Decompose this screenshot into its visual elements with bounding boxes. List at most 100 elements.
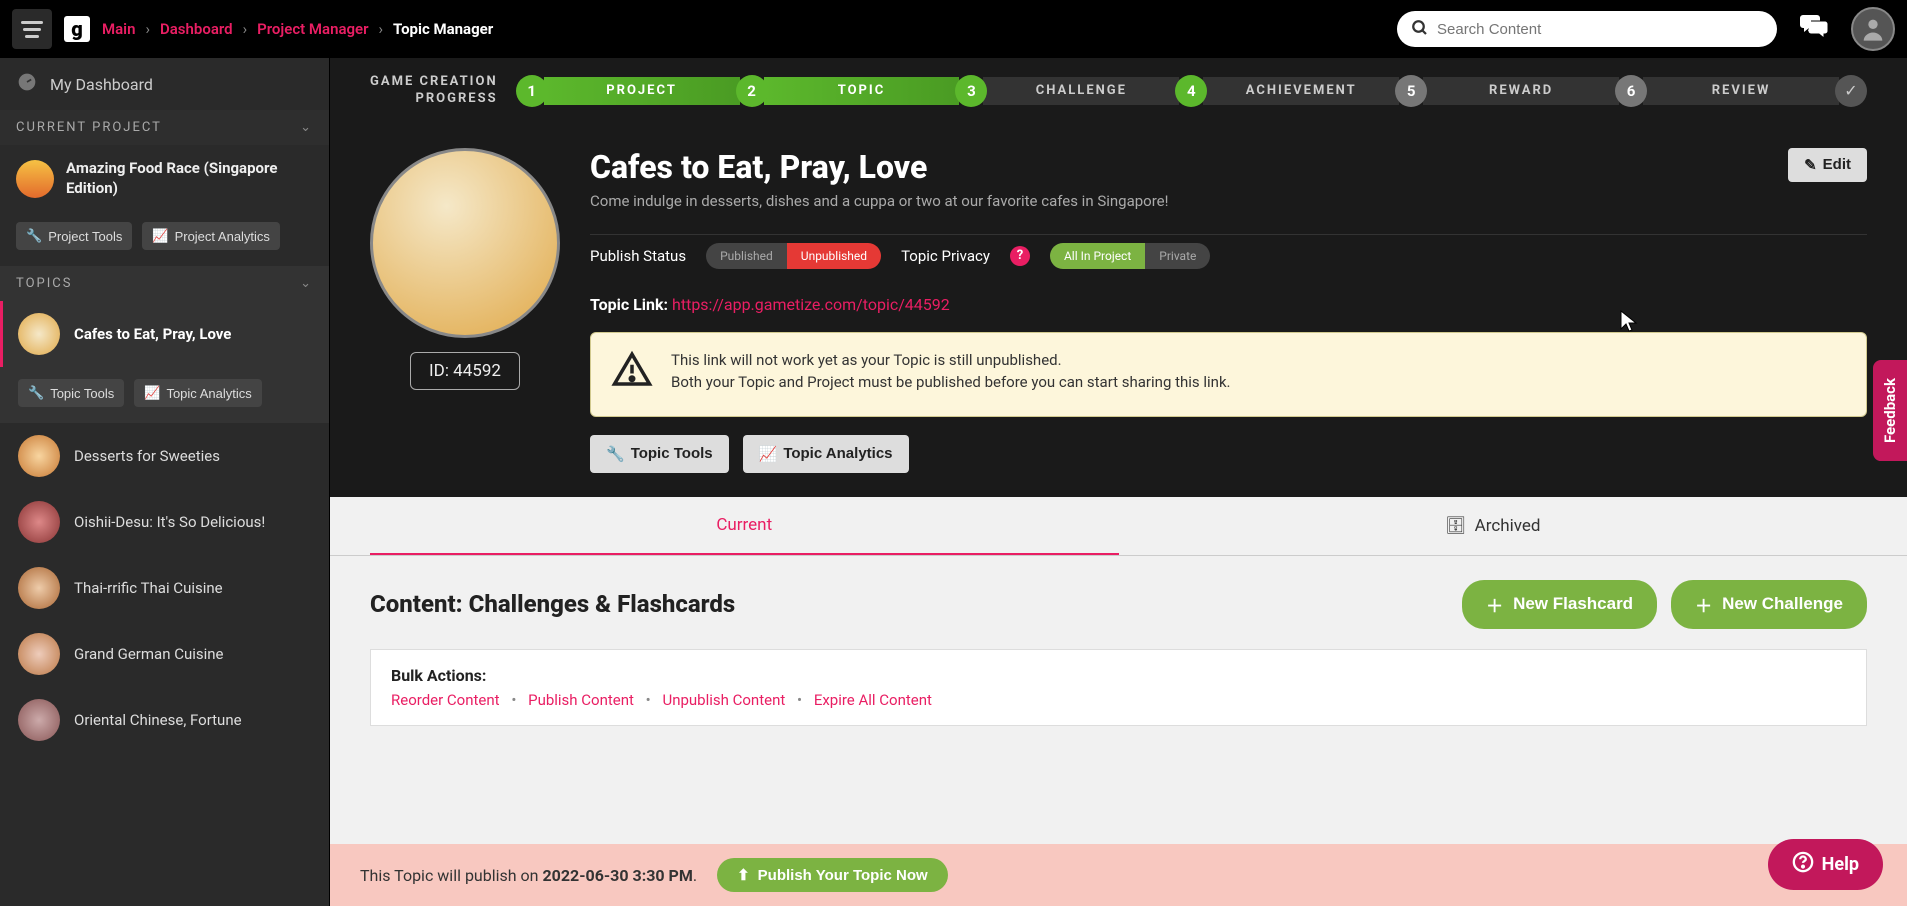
topic-link[interactable]: https://app.gametize.com/topic/44592 [672, 295, 950, 314]
project-name: Amazing Food Race (Singapore Edition) [66, 159, 313, 198]
sidebar-topic-item[interactable]: Cafes to Eat, Pray, Love [0, 301, 329, 367]
plus-icon: ＋ [1695, 592, 1712, 617]
topic-link-row: Topic Link: https://app.gametize.com/top… [590, 295, 1867, 314]
topic-analytics-button[interactable]: 📈 Topic Analytics [743, 435, 909, 473]
wrench-icon: 🔧 [28, 385, 44, 401]
bulk-title: Bulk Actions: [391, 666, 1846, 685]
help-icon[interactable]: ? [1010, 246, 1030, 266]
user-avatar[interactable] [1851, 7, 1895, 51]
topic-tools-button[interactable]: 🔧 Topic Tools [18, 379, 124, 407]
bulk-actions-box: Bulk Actions: Reorder Content • Publish … [370, 649, 1867, 726]
archive-icon: 🗄 [1445, 516, 1467, 536]
topic-tools-button[interactable]: 🔧 Topic Tools [590, 435, 729, 473]
sidebar-section-current-project[interactable]: CURRENT PROJECT ⌄ [0, 110, 329, 145]
edit-button[interactable]: ✎ Edit [1788, 148, 1867, 182]
bulk-links: Reorder Content • Publish Content • Unpu… [391, 691, 1846, 709]
tab-current[interactable]: Current [370, 497, 1119, 555]
topic-thumb [18, 567, 60, 609]
sidebar-project[interactable]: Amazing Food Race (Singapore Edition) [0, 145, 329, 212]
topic-label: Thai-rrific Thai Cuisine [74, 579, 223, 597]
privacy-all-option[interactable]: All In Project [1050, 243, 1145, 269]
topic-analytics-button[interactable]: 📈 Topic Analytics [134, 379, 261, 407]
topic-label: Desserts for Sweeties [74, 447, 220, 465]
breadcrumb: Main › Dashboard › Project Manager › Top… [102, 20, 493, 38]
sidebar: My Dashboard CURRENT PROJECT ⌄ Amazing F… [0, 58, 330, 906]
sidebar-topic-item[interactable]: Oishii-Desu: It's So Delicious! [0, 489, 329, 555]
step-2-label[interactable]: TOPIC [764, 77, 960, 105]
chart-icon: 📈 [144, 385, 160, 401]
warning-line2: Both your Topic and Project must be publ… [671, 371, 1231, 394]
publish-status-toggle[interactable]: Published Unpublished [706, 243, 881, 269]
breadcrumb-main[interactable]: Main [102, 20, 135, 38]
sidebar-topic-item[interactable]: Desserts for Sweeties [0, 423, 329, 489]
topic-title: Cafes to Eat, Pray, Love [590, 148, 1169, 186]
bulk-reorder-link[interactable]: Reorder Content [391, 691, 500, 709]
step-1-circle[interactable]: 1 [516, 75, 548, 107]
dashboard-icon [16, 72, 38, 96]
chevron-right-icon: › [243, 20, 248, 38]
search-input[interactable] [1397, 11, 1777, 47]
plus-icon: ＋ [1486, 592, 1503, 617]
published-option[interactable]: Published [706, 243, 787, 269]
sidebar-section-topics[interactable]: TOPICS ⌄ [0, 266, 329, 301]
bulk-publish-link[interactable]: Publish Content [528, 691, 634, 709]
topic-link-label: Topic Link: [590, 295, 668, 314]
new-challenge-button[interactable]: ＋ New Challenge [1671, 580, 1867, 629]
help-circle-icon [1792, 851, 1814, 878]
progress-label: GAME CREATION PROGRESS [370, 74, 498, 108]
project-analytics-button[interactable]: 📈 Project Analytics [142, 222, 280, 250]
help-button[interactable]: Help [1768, 839, 1883, 890]
warning-line1: This link will not work yet as your Topi… [671, 349, 1231, 372]
topic-thumb [18, 435, 60, 477]
step-1-label[interactable]: PROJECT [544, 77, 740, 105]
feedback-tab[interactable]: Feedback [1873, 360, 1907, 461]
wrench-icon: 🔧 [606, 445, 625, 463]
content-tabs: Current 🗄 Archived [330, 497, 1907, 556]
new-flashcard-button[interactable]: ＋ New Flashcard [1462, 580, 1657, 629]
chevron-right-icon: › [379, 20, 384, 38]
sidebar-topic-item[interactable]: Thai-rrific Thai Cuisine [0, 555, 329, 621]
step-4-circle[interactable]: 4 [1175, 75, 1207, 107]
topic-thumb [18, 633, 60, 675]
unpublished-option[interactable]: Unpublished [787, 243, 881, 269]
main-area: GAME CREATION PROGRESS 1 PROJECT 2 TOPIC… [330, 58, 1907, 906]
bulk-unpublish-link[interactable]: Unpublish Content [662, 691, 785, 709]
breadcrumb-project-manager[interactable]: Project Manager [257, 20, 368, 38]
step-5-label[interactable]: REWARD [1423, 77, 1619, 105]
bulk-expire-link[interactable]: Expire All Content [814, 691, 932, 709]
search-box [1397, 11, 1777, 47]
step-5-circle[interactable]: 5 [1395, 75, 1427, 107]
project-tools-button[interactable]: 🔧 Project Tools [16, 222, 132, 250]
step-6-circle[interactable]: 6 [1615, 75, 1647, 107]
privacy-label: Topic Privacy [901, 247, 990, 265]
topic-description: Come indulge in desserts, dishes and a c… [590, 192, 1169, 210]
breadcrumb-dashboard[interactable]: Dashboard [160, 20, 233, 38]
sidebar-my-dashboard[interactable]: My Dashboard [0, 58, 329, 110]
sidebar-topic-item[interactable]: Grand German Cuisine [0, 621, 329, 687]
app-logo[interactable]: g [64, 16, 90, 42]
chart-icon: 📈 [152, 228, 168, 244]
topic-thumb [18, 501, 60, 543]
tab-archived[interactable]: 🗄 Archived [1119, 497, 1868, 555]
topic-label: Grand German Cuisine [74, 645, 224, 663]
step-3-label[interactable]: CHALLENGE [983, 77, 1179, 105]
topic-label: Oriental Chinese, Fortune [74, 711, 242, 729]
sidebar-topic-item[interactable]: Oriental Chinese, Fortune [0, 687, 329, 753]
topic-id-badge: ID: 44592 [410, 352, 520, 390]
warning-box: This link will not work yet as your Topi… [590, 332, 1867, 417]
progress-bar: GAME CREATION PROGRESS 1 PROJECT 2 TOPIC… [330, 58, 1907, 124]
privacy-private-option[interactable]: Private [1145, 243, 1210, 269]
privacy-toggle[interactable]: All In Project Private [1050, 243, 1210, 269]
topic-thumb [18, 313, 60, 355]
topic-header: ID: 44592 Cafes to Eat, Pray, Love Come … [330, 124, 1907, 497]
upload-icon: ⬆ [737, 866, 750, 884]
publish-now-button[interactable]: ⬆ Publish Your Topic Now [717, 858, 948, 892]
wrench-icon: 🔧 [26, 228, 42, 244]
topic-label: Cafes to Eat, Pray, Love [74, 325, 231, 343]
chat-icon[interactable] [1799, 13, 1829, 46]
step-6-label[interactable]: REVIEW [1643, 77, 1839, 105]
search-icon [1411, 19, 1429, 41]
step-4-label[interactable]: ACHIEVEMENT [1203, 77, 1399, 105]
step-2-circle[interactable]: 2 [736, 75, 768, 107]
menu-toggle[interactable] [12, 9, 52, 49]
